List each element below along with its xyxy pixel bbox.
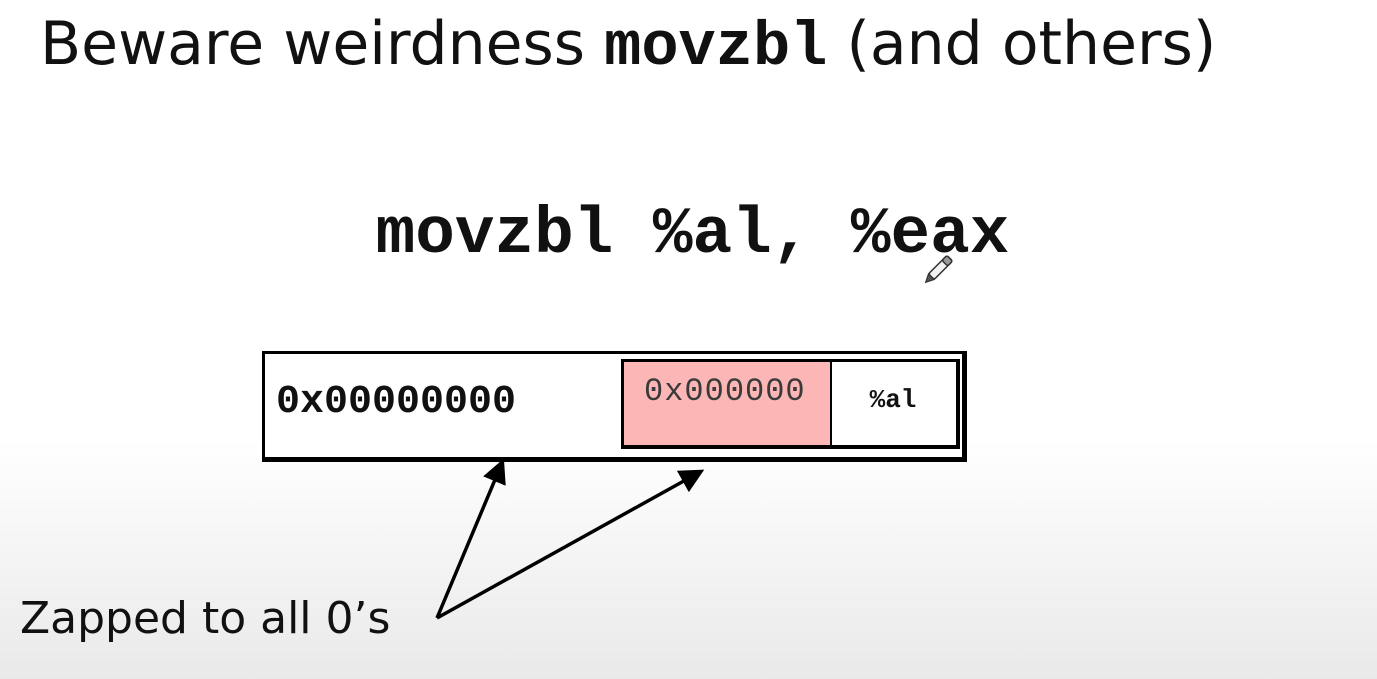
al-segment: %al	[832, 362, 956, 445]
slide-title-code: movzbl	[604, 12, 828, 83]
slide-title-prefix: Beware weirdness	[40, 9, 605, 79]
arrow-to-ah-bits	[436, 469, 705, 620]
eax-register-box: 0x00000000 0x000000 %al	[262, 351, 967, 462]
slide-title-suffix: (and others)	[827, 9, 1217, 79]
callout-label: Zapped to all 0’s	[20, 593, 391, 644]
callout-arrows	[435, 458, 705, 620]
arrow-to-upper-bits	[435, 458, 506, 619]
ax-register-box: 0x000000 %al	[621, 359, 960, 449]
instruction-code: movzbl %al, %eax	[375, 197, 1010, 272]
pen-pointer-icon	[924, 255, 953, 284]
ah-value: 0x000000	[644, 373, 806, 410]
ah-segment-highlight: 0x000000	[624, 362, 832, 445]
slide-title: Beware weirdness movzbl (and others)	[40, 6, 1360, 86]
al-label: %al	[869, 384, 917, 415]
eax-upper-value: 0x00000000	[276, 380, 517, 425]
